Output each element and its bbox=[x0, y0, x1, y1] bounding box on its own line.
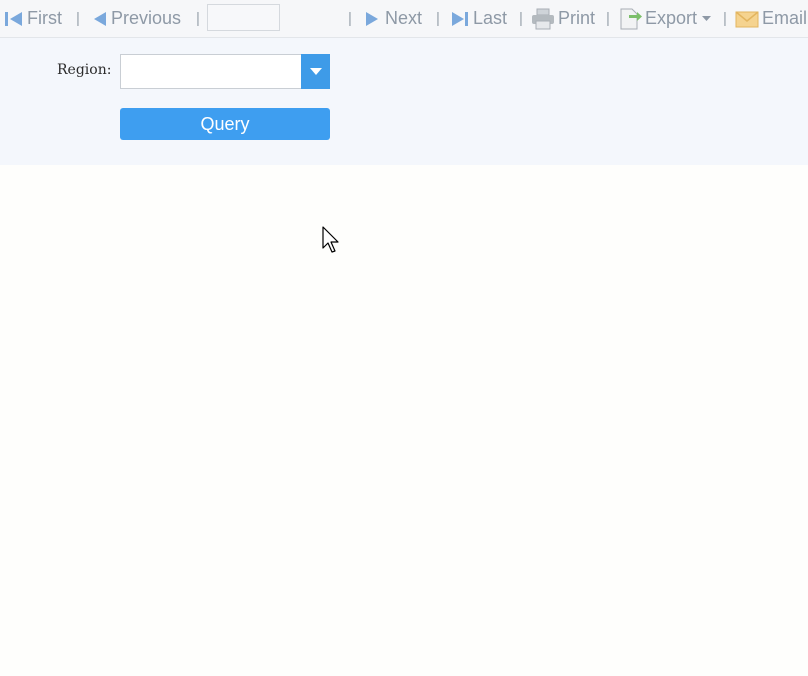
first-page-icon bbox=[4, 10, 24, 28]
toolbar-separator: | bbox=[519, 10, 523, 27]
chevron-down-icon bbox=[702, 15, 712, 22]
first-page-button[interactable]: First bbox=[4, 0, 62, 37]
export-label: Export bbox=[645, 8, 698, 28]
page-number-input[interactable] bbox=[207, 4, 280, 31]
previous-page-button[interactable]: Previous bbox=[92, 0, 181, 37]
print-button[interactable]: Print bbox=[531, 0, 595, 37]
envelope-icon bbox=[735, 10, 759, 28]
first-page-label: First bbox=[27, 8, 62, 28]
last-page-icon bbox=[450, 10, 470, 28]
chevron-down-icon bbox=[309, 67, 322, 76]
region-label: Region: bbox=[57, 62, 112, 78]
email-label: Email bbox=[762, 8, 808, 28]
export-icon bbox=[618, 7, 642, 31]
previous-page-label: Previous bbox=[111, 8, 182, 28]
query-button[interactable]: Query bbox=[120, 108, 330, 140]
toolbar-separator: | bbox=[606, 10, 610, 27]
toolbar-separator: | bbox=[76, 10, 80, 27]
print-label: Print bbox=[558, 8, 596, 28]
mouse-pointer-icon bbox=[322, 226, 342, 259]
toolbar-separator: | bbox=[436, 10, 440, 27]
next-page-label: Next bbox=[385, 8, 423, 28]
export-dropdown-button[interactable]: Export bbox=[618, 0, 712, 37]
next-page-icon bbox=[364, 10, 382, 28]
region-dropdown-button[interactable] bbox=[301, 54, 330, 89]
email-button[interactable]: Email bbox=[735, 0, 807, 37]
report-toolbar: First | Previous | | Next | Last | Print… bbox=[0, 0, 808, 38]
previous-page-icon bbox=[92, 10, 108, 28]
toolbar-separator: | bbox=[348, 10, 352, 27]
region-select[interactable] bbox=[120, 54, 330, 89]
next-page-button[interactable]: Next bbox=[364, 0, 422, 37]
toolbar-separator: | bbox=[196, 10, 200, 27]
printer-icon bbox=[531, 8, 555, 30]
last-page-button[interactable]: Last bbox=[450, 0, 507, 37]
toolbar-separator: | bbox=[723, 10, 727, 27]
last-page-label: Last bbox=[473, 8, 508, 28]
